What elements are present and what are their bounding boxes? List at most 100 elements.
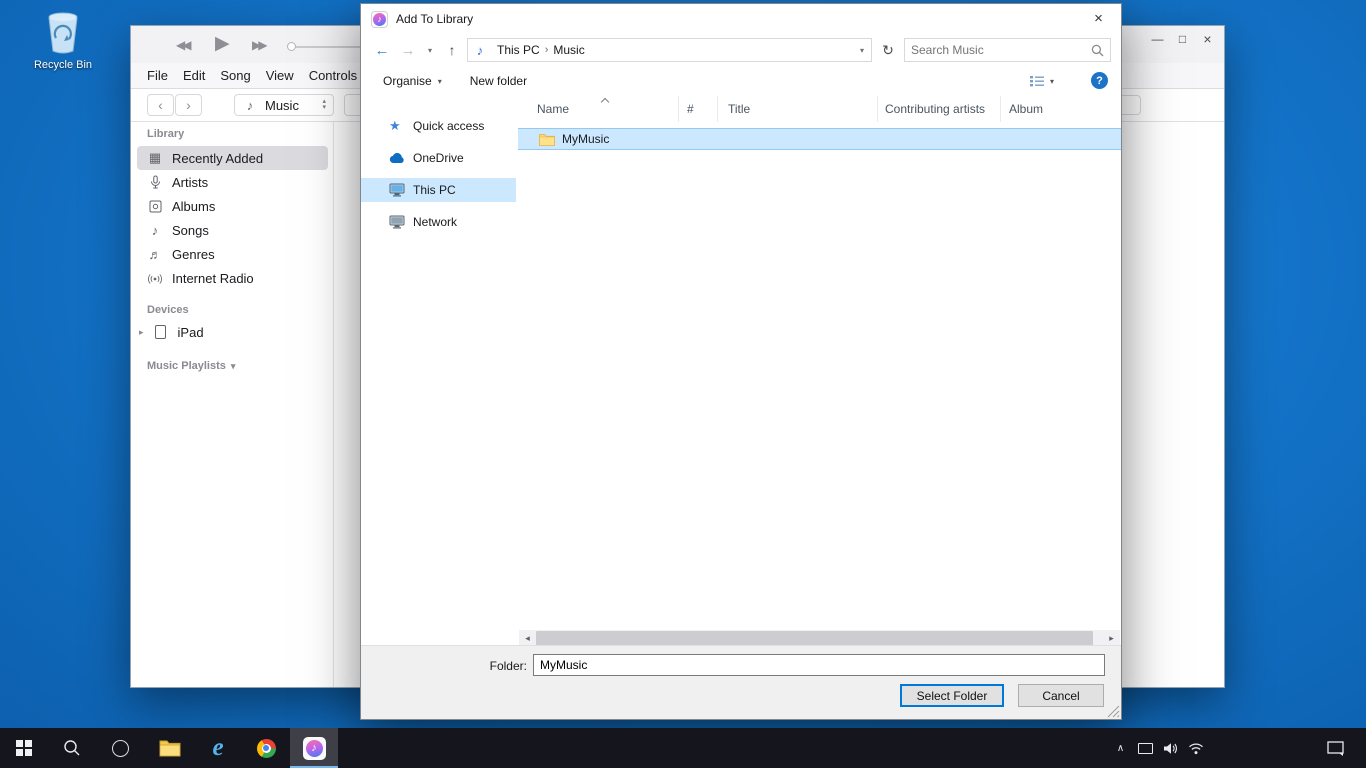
menu-controls[interactable]: Controls (309, 68, 357, 83)
cortana-icon (112, 740, 129, 757)
sidebar-item-albums[interactable]: Albums (137, 194, 328, 218)
file-explorer-button[interactable] (146, 728, 194, 768)
scrollbar-thumb[interactable] (536, 631, 1093, 646)
view-details-button[interactable]: ▾ (1029, 74, 1054, 88)
recycle-bin[interactable]: Recycle Bin (24, 8, 102, 71)
chrome-button[interactable] (242, 728, 290, 768)
tray-display-icon[interactable] (1133, 728, 1158, 768)
sidebar-item-ipad[interactable]: ▸ iPad (137, 320, 328, 344)
chevron-down-icon: ▾ (438, 77, 442, 86)
sidebar-item-label: Albums (172, 199, 215, 214)
chevron-down-icon: ▾ (1050, 77, 1054, 86)
expander-icon[interactable]: ▸ (139, 327, 144, 338)
dialog-close-button[interactable]: × (1076, 4, 1121, 33)
resize-grip[interactable] (1107, 705, 1120, 718)
details-view-icon (1029, 74, 1045, 88)
sidebar-item-recently-added[interactable]: ▦ Recently Added (137, 146, 328, 170)
search-input[interactable] (911, 43, 1091, 57)
dialog-address-bar: ← → ▾ ↑ ♪ This PC › Music ▾ ↻ (361, 34, 1121, 66)
column-contributing-artists[interactable]: Contributing artists (878, 96, 1001, 122)
media-picker[interactable]: ♪ Music ▴▾ (234, 94, 334, 116)
sidebar-item-artists[interactable]: Artists (137, 170, 328, 194)
forward-arrow-button[interactable]: → (398, 38, 418, 62)
sidebar-item-genres[interactable]: ♬ Genres (137, 242, 328, 266)
folder-input[interactable] (533, 654, 1105, 676)
forward-button[interactable]: › (175, 94, 202, 116)
cancel-button[interactable]: Cancel (1018, 684, 1104, 707)
close-button[interactable]: × (1195, 28, 1220, 50)
sidebar-item-label: Songs (172, 223, 209, 238)
address-box[interactable]: ♪ This PC › Music ▾ (467, 38, 872, 62)
organise-button[interactable]: Organise ▾ (383, 74, 442, 88)
itunes-sidebar: Library ▦ Recently Added Artists Albums … (131, 122, 334, 687)
rewind-button[interactable]: ◀◀ (176, 39, 188, 51)
select-folder-button[interactable]: Select Folder (900, 684, 1004, 707)
maximize-button[interactable]: □ (1170, 28, 1195, 50)
nav-item-quick-access[interactable]: ★ Quick access (361, 114, 516, 138)
minimize-button[interactable]: — (1145, 28, 1170, 50)
nav-item-label: Network (413, 215, 457, 229)
menu-view[interactable]: View (266, 68, 294, 83)
action-center-button[interactable] (1316, 728, 1354, 768)
menu-file[interactable]: File (147, 68, 168, 83)
sidebar-item-label: Recently Added (172, 151, 263, 166)
folder-icon (539, 133, 555, 146)
library-header: Library (147, 128, 184, 140)
refresh-button[interactable]: ↻ (877, 38, 899, 62)
speaker-icon (1163, 742, 1178, 755)
play-button[interactable]: ▶ (215, 34, 230, 53)
itunes-icon: ♪ (303, 737, 326, 760)
search-box[interactable] (904, 38, 1111, 62)
add-to-library-dialog: ♪ Add To Library × ← → ▾ ↑ ♪ This PC › M… (360, 3, 1122, 720)
volume-slider[interactable] (291, 46, 361, 48)
nav-item-label: This PC (413, 183, 456, 197)
tray-show-hidden-icons[interactable]: ∧ (1108, 728, 1133, 768)
tray-volume-icon[interactable] (1158, 728, 1183, 768)
menu-song[interactable]: Song (220, 68, 250, 83)
column-title[interactable]: Title (718, 96, 878, 122)
file-list: Name # Title Contributing artists Album … (518, 96, 1121, 630)
itunes-taskbar-button[interactable]: ♪ (290, 728, 338, 768)
breadcrumb-this-pc[interactable]: This PC (492, 43, 545, 57)
start-button[interactable] (0, 728, 48, 768)
nav-item-onedrive[interactable]: OneDrive (361, 146, 516, 170)
sidebar-item-internet-radio[interactable]: Internet Radio (137, 266, 328, 290)
artists-icon (147, 175, 163, 189)
column-album[interactable]: Album (1001, 96, 1121, 122)
onedrive-cloud-icon (389, 153, 405, 164)
file-row-mymusic[interactable]: MyMusic (518, 128, 1121, 150)
network-icon (389, 215, 405, 229)
chrome-icon (257, 739, 276, 758)
new-folder-button[interactable]: New folder (470, 74, 527, 88)
internet-explorer-icon: e (212, 734, 223, 762)
taskbar-search-button[interactable] (48, 728, 96, 768)
recent-locations-chevron[interactable]: ▾ (423, 38, 437, 62)
nav-item-this-pc[interactable]: This PC (361, 178, 516, 202)
system-tray: ∧ (1108, 728, 1208, 768)
sidebar-item-songs[interactable]: ♪ Songs (137, 218, 328, 242)
volume-knob[interactable] (287, 42, 296, 51)
monitor-icon (1138, 743, 1153, 754)
sidebar-item-label: Genres (172, 247, 215, 262)
address-dropdown-chevron[interactable]: ▾ (860, 46, 871, 55)
sidebar-item-label: Internet Radio (172, 271, 254, 286)
column-number[interactable]: # (679, 96, 718, 122)
dialog-titlebar[interactable]: ♪ Add To Library (361, 4, 1121, 34)
search-icon[interactable] (1091, 44, 1104, 57)
back-button[interactable]: ‹ (147, 94, 174, 116)
help-icon[interactable]: ? (1091, 72, 1108, 89)
location-music-icon: ♪ (468, 43, 492, 58)
menu-edit[interactable]: Edit (183, 68, 205, 83)
column-name[interactable]: Name (518, 96, 679, 122)
file-name: MyMusic (562, 132, 609, 146)
nav-item-network[interactable]: Network (361, 210, 516, 234)
music-playlists-header[interactable]: Music Playlists ▾ (147, 360, 235, 372)
internet-explorer-button[interactable]: e (194, 728, 242, 768)
up-button[interactable]: ↑ (442, 38, 462, 62)
search-icon (63, 739, 81, 757)
tray-network-icon[interactable] (1183, 728, 1208, 768)
cortana-button[interactable] (96, 728, 144, 768)
fast-forward-button[interactable]: ▶▶ (252, 39, 264, 51)
breadcrumb-music[interactable]: Music (548, 43, 589, 57)
back-arrow-button[interactable]: ← (371, 38, 393, 62)
